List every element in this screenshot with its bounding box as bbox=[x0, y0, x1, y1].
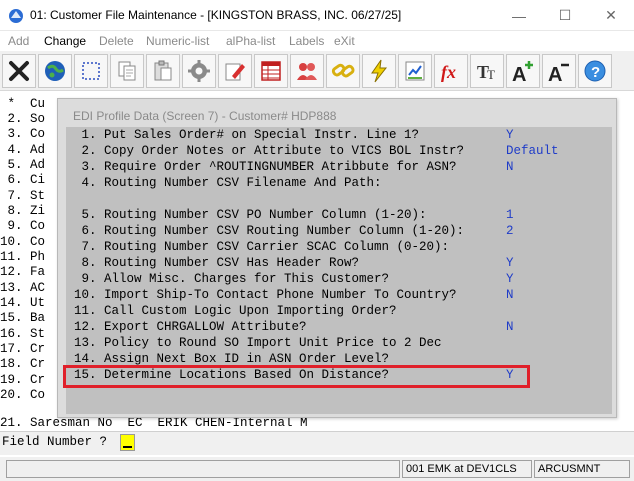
bg-line: 7. St bbox=[0, 189, 46, 203]
option-value: 1 bbox=[506, 208, 514, 222]
option-label: 3. Require Order ^ROUTINGNUMBER Atribbut… bbox=[74, 160, 457, 174]
minimize-button[interactable]: — bbox=[496, 0, 542, 31]
field-number-label: Field Number ? bbox=[2, 435, 108, 449]
font-icon[interactable]: TT bbox=[470, 54, 504, 88]
option-value: N bbox=[506, 320, 514, 334]
option-value: N bbox=[506, 160, 514, 174]
bg-line: 4. Ad bbox=[0, 143, 46, 157]
svg-text:?: ? bbox=[591, 64, 600, 81]
svg-text:T: T bbox=[487, 67, 495, 82]
field-number-input[interactable] bbox=[120, 434, 135, 451]
option-label: 1. Put Sales Order# on Special Instr. Li… bbox=[74, 128, 420, 142]
option-label: 9. Allow Misc. Charges for This Customer… bbox=[74, 272, 390, 286]
option-value: Default bbox=[506, 144, 559, 158]
link-icon[interactable] bbox=[326, 54, 360, 88]
font-increase-icon[interactable]: A bbox=[506, 54, 540, 88]
maximize-button[interactable]: ☐ bbox=[542, 0, 588, 31]
menu-labels[interactable]: Labels bbox=[289, 34, 324, 48]
bg-line: 15. Ba bbox=[0, 311, 46, 325]
option-label: 5. Routing Number CSV PO Number Column (… bbox=[74, 208, 427, 222]
option-value: Y bbox=[506, 256, 514, 270]
option-label: 6. Routing Number CSV Routing Number Col… bbox=[74, 224, 465, 238]
bg-line: 9. Co bbox=[0, 219, 46, 233]
bg-line: 6. Ci bbox=[0, 173, 46, 187]
svg-text:A: A bbox=[512, 64, 526, 84]
bg-line: 11. Ph bbox=[0, 250, 46, 264]
close-x-icon[interactable] bbox=[2, 54, 36, 88]
bg-line: 16. St bbox=[0, 327, 46, 341]
app-icon bbox=[9, 9, 23, 23]
bg-line: 8. Zi bbox=[0, 204, 46, 218]
cursor bbox=[123, 446, 132, 448]
bg-line: 21. Saresman No EC ERIK CHEN-Internal M bbox=[0, 416, 308, 430]
window-title: 01: Customer File Maintenance - [KINGSTO… bbox=[30, 8, 402, 22]
font-decrease-icon[interactable]: A bbox=[542, 54, 576, 88]
menu-delete[interactable]: Delete bbox=[99, 34, 134, 48]
bg-line: 14. Ut bbox=[0, 296, 46, 310]
bg-line: 18. Cr bbox=[0, 357, 46, 371]
menu-exit[interactable]: eXit bbox=[334, 34, 355, 48]
report-icon[interactable] bbox=[398, 54, 432, 88]
option-label: 2. Copy Order Notes or Attribute to VICS… bbox=[74, 144, 465, 158]
option-label: 11. Call Custom Logic Upon Importing Ord… bbox=[74, 304, 397, 318]
bg-line: 2. So bbox=[0, 112, 46, 126]
table-icon[interactable] bbox=[254, 54, 288, 88]
field-number-line: Field Number ? bbox=[0, 431, 634, 455]
menu-alpha-list[interactable]: alPha-list bbox=[226, 34, 275, 48]
lightning-icon[interactable] bbox=[362, 54, 396, 88]
option-label: 13. Policy to Round SO Import Unit Price… bbox=[74, 336, 442, 350]
title-bar: 01: Customer File Maintenance - [KINGSTO… bbox=[0, 0, 634, 31]
option-value: Y bbox=[506, 272, 514, 286]
bg-line: 10. Co bbox=[0, 235, 46, 249]
menu-change[interactable]: Change bbox=[44, 34, 86, 48]
help-icon[interactable]: ? bbox=[578, 54, 612, 88]
menu-numeric-list[interactable]: Numeric-list bbox=[146, 34, 209, 48]
status-bar: 001 EMK at DEV1CLS ARCUSMNT bbox=[0, 457, 634, 481]
bg-line: 19. Cr bbox=[0, 373, 46, 387]
bg-line: 20. Co bbox=[0, 388, 46, 402]
users-icon[interactable] bbox=[290, 54, 324, 88]
menu-add[interactable]: Add bbox=[8, 34, 29, 48]
option-label: 7. Routing Number CSV Carrier SCAC Colum… bbox=[74, 240, 450, 254]
option-label: 10. Import Ship-To Contact Phone Number … bbox=[74, 288, 457, 302]
bg-line: * Cu bbox=[0, 97, 46, 111]
globe-icon[interactable] bbox=[38, 54, 72, 88]
option-label: 4. Routing Number CSV Filename And Path: bbox=[74, 176, 382, 190]
copy-icon[interactable] bbox=[110, 54, 144, 88]
status-program: ARCUSMNT bbox=[534, 460, 630, 478]
svg-text:fx: fx bbox=[441, 62, 456, 82]
toolbar: fx TT A A ? bbox=[0, 51, 634, 91]
menu-bar: Add Change Delete Numeric-list alPha-lis… bbox=[0, 31, 634, 51]
option-value: Y bbox=[506, 128, 514, 142]
bg-line: 17. Cr bbox=[0, 342, 46, 356]
select-icon[interactable] bbox=[74, 54, 108, 88]
option-label: 8. Routing Number CSV Has Header Row? bbox=[74, 256, 360, 270]
edit-icon[interactable] bbox=[218, 54, 252, 88]
bg-line: 5. Ad bbox=[0, 158, 46, 172]
bg-line: 13. AC bbox=[0, 281, 46, 295]
settings-icon[interactable] bbox=[182, 54, 216, 88]
highlight-box bbox=[63, 365, 530, 388]
option-value: N bbox=[506, 288, 514, 302]
status-user: 001 EMK at DEV1CLS bbox=[402, 460, 532, 478]
svg-text:A: A bbox=[548, 64, 562, 84]
bg-line: 12. Fa bbox=[0, 265, 46, 279]
paste-icon[interactable] bbox=[146, 54, 180, 88]
option-value: 2 bbox=[506, 224, 514, 238]
option-label: 12. Export CHRGALLOW Attribute? bbox=[74, 320, 307, 334]
close-button[interactable]: ✕ bbox=[588, 0, 634, 31]
bg-line: 3. Co bbox=[0, 127, 46, 141]
dialog-title: EDI Profile Data (Screen 7) - Customer# … bbox=[73, 109, 337, 123]
function-icon[interactable]: fx bbox=[434, 54, 468, 88]
status-empty bbox=[6, 460, 400, 478]
